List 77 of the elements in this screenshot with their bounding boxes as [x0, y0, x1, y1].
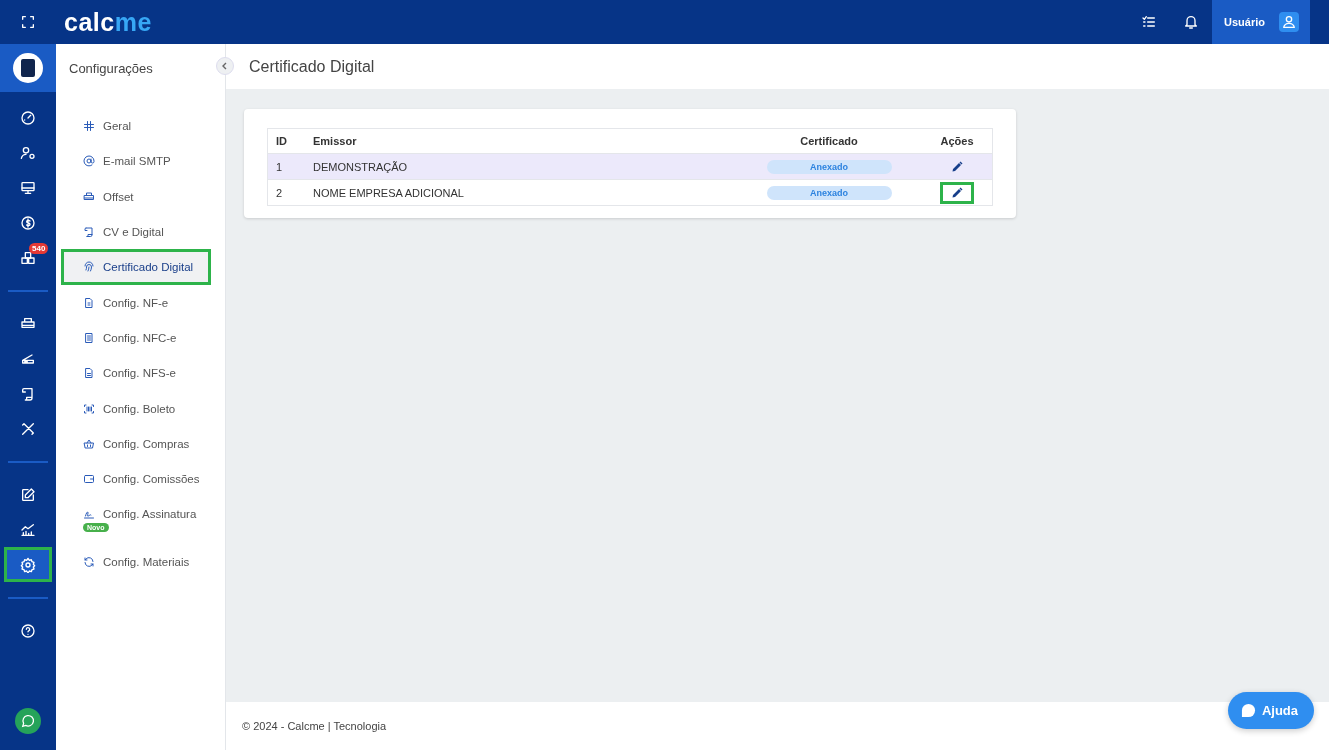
submenu-item[interactable]: Offset	[61, 178, 211, 215]
table-cell: NOME EMPRESA ADICIONAL	[305, 179, 736, 206]
tools-icon	[20, 420, 36, 437]
user-button[interactable]: Usuário	[1212, 0, 1310, 44]
help-icon	[20, 622, 36, 639]
status-badge: Anexado	[766, 159, 892, 174]
scroll-icon	[83, 225, 95, 238]
boxes-icon	[20, 249, 36, 266]
submenu-item[interactable]: Config. Boleto	[61, 390, 211, 427]
table-cell: DEMONSTRAÇÃO	[305, 153, 736, 180]
pencil-icon	[951, 160, 963, 173]
wallet-icon	[83, 473, 95, 486]
submenu-label: Config. NFS-e	[103, 367, 176, 380]
user-icon	[1279, 12, 1299, 32]
submenu-item[interactable]: Config. NFS-e	[61, 355, 211, 392]
submenu-label: Certificado Digital	[103, 261, 194, 274]
at-sign-icon	[83, 155, 95, 168]
rail-item[interactable]	[4, 547, 52, 582]
bell-icon[interactable]	[1183, 14, 1200, 30]
submenu-label: Config. Comissões	[103, 473, 200, 486]
table-cell: 2	[267, 179, 305, 206]
submenu-label: CV e Digital	[103, 225, 164, 238]
refresh-icon	[83, 555, 95, 568]
speedometer-icon	[20, 109, 36, 126]
basket-icon	[83, 437, 95, 450]
document-icon	[83, 296, 95, 309]
column-header: Certificado	[736, 128, 922, 154]
scroll-icon	[20, 385, 36, 402]
submenu-item[interactable]: Config. NF-e	[61, 284, 211, 321]
submenu-title: Configurações	[68, 60, 154, 78]
column-header: Emissor	[305, 128, 736, 154]
submenu-item[interactable]: Config. NFC-e	[61, 319, 211, 356]
submenu-item[interactable]: CV e Digital	[61, 213, 211, 250]
signature-icon	[83, 508, 95, 521]
rail-item[interactable]: 540	[4, 240, 52, 275]
submenu-item[interactable]: Geral	[61, 108, 211, 144]
pencil-icon	[951, 186, 963, 199]
task-list-icon[interactable]	[1141, 14, 1158, 30]
users-icon	[20, 144, 36, 161]
edit-button[interactable]	[940, 181, 974, 204]
column-header: ID	[267, 128, 305, 154]
submenu-label: Config. NF-e	[103, 296, 169, 309]
count-badge: 540	[29, 243, 49, 254]
logo: calcme	[64, 7, 152, 37]
table-cell: 1	[267, 153, 305, 180]
submenu-item[interactable]: Config. Compras	[61, 425, 211, 462]
column-header: Ações	[922, 128, 993, 154]
submenu-item[interactable]: Certificado Digital	[61, 249, 211, 286]
edit-icon	[20, 486, 36, 503]
fingerprint-icon	[83, 261, 95, 274]
dollar-icon	[20, 214, 36, 231]
submenu-label: Geral	[103, 120, 132, 132]
chat-bubble-icon	[1240, 703, 1256, 718]
avatar[interactable]	[0, 44, 56, 92]
receipt-icon	[83, 331, 95, 344]
submenu-label: Config. NFC-e	[103, 331, 177, 344]
chat-bubble-icon[interactable]	[15, 708, 41, 734]
submenu-label: Config. Compras	[103, 437, 190, 450]
footer-text: © 2024 - Calcme | Tecnologia	[242, 720, 387, 732]
submenu-label: Config. Assinatura	[103, 508, 197, 521]
chevron-left-icon	[221, 62, 229, 70]
barcode-scan-icon	[83, 402, 95, 415]
submenu-label: Config. Boleto	[103, 402, 176, 415]
submenu-label: Offset	[103, 190, 134, 203]
settings-icon	[20, 556, 36, 573]
submenu-label: E-mail SMTP	[103, 155, 171, 168]
submenu-item[interactable]: Config. Materiais	[61, 543, 211, 580]
submenu-label: Config. Materiais	[103, 555, 190, 568]
document-icon	[83, 367, 95, 380]
monitor-icon	[20, 179, 36, 196]
page-title: Certificado Digital	[249, 57, 375, 76]
submenu-item[interactable]: Config. Comissões	[61, 461, 211, 498]
chart-icon	[20, 521, 36, 538]
submenu-item[interactable]: E-mail SMTP	[61, 143, 211, 180]
printer-icon	[83, 190, 95, 203]
status-badge: Anexado	[766, 185, 892, 200]
hash-icon	[83, 120, 95, 132]
